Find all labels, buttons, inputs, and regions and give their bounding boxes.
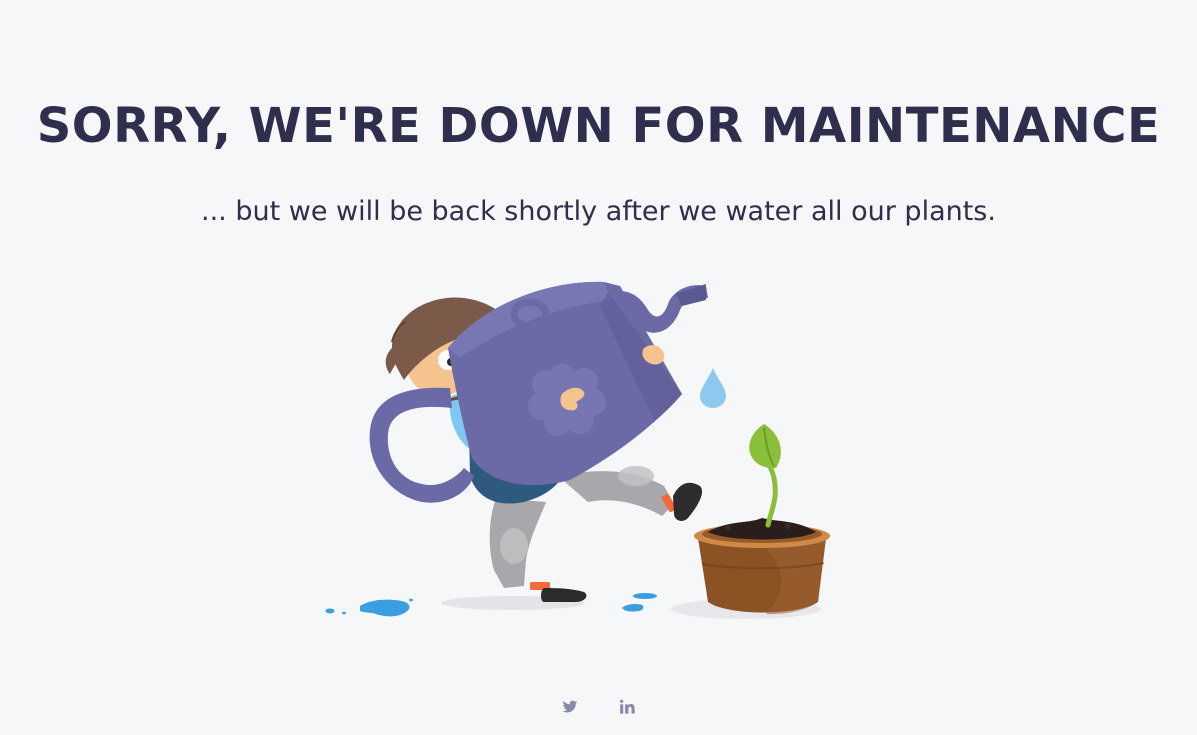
plant-pot [694,518,830,615]
man-figure [369,281,708,602]
social-links [0,698,1197,716]
linkedin-link[interactable] [619,698,637,716]
twitter-icon [562,700,577,713]
water-puddle-right-icon [622,593,657,612]
maintenance-page: SORRY, WE'RE DOWN FOR MAINTENANCE ... bu… [0,0,1197,735]
water-drop-icon [700,368,726,408]
sprout-icon [749,424,781,528]
page-title: SORRY, WE'RE DOWN FOR MAINTENANCE [36,98,1161,154]
linkedin-icon [619,699,635,714]
page-subtitle: ... but we will be back shortly after we… [201,196,996,227]
twitter-link[interactable] [561,698,579,716]
water-puddle-left-icon [325,598,413,617]
man-watering-plant-illustration [318,270,858,630]
